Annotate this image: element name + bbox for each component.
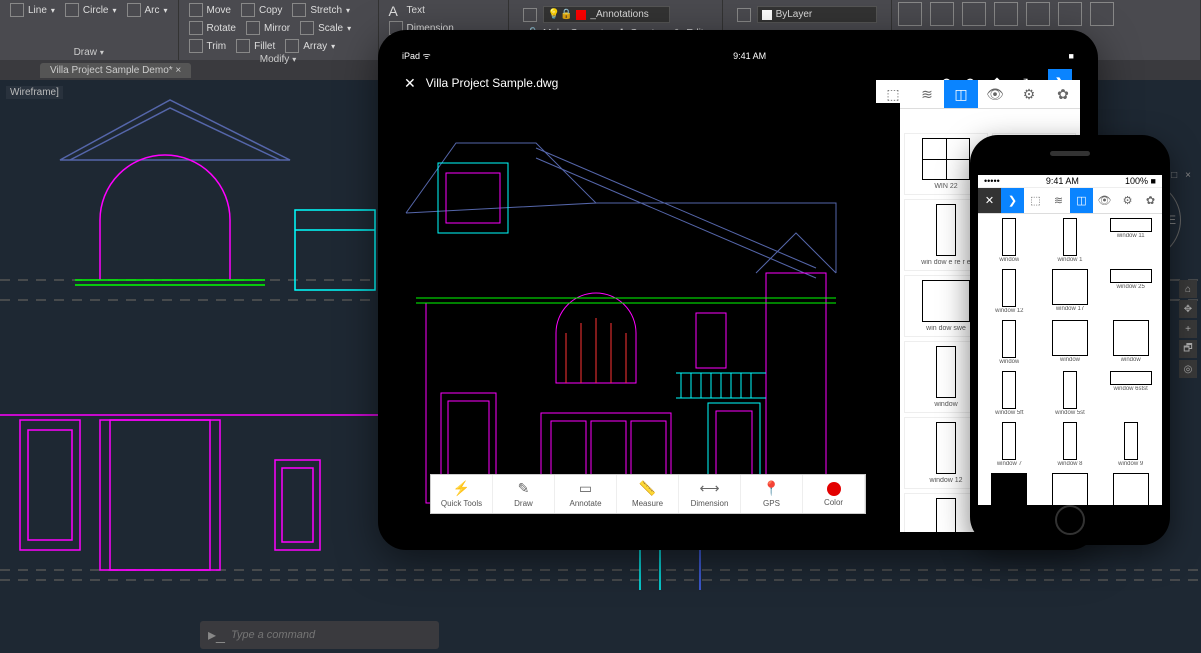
block-item[interactable]: window [1041, 318, 1100, 367]
block-item[interactable]: window [980, 216, 1039, 265]
iphone-block-grid[interactable]: windowwindow 1window 11window 12window 1… [978, 214, 1162, 505]
arc-tool[interactable]: Arc [123, 2, 172, 18]
fillet-tool[interactable]: Scale [296, 20, 355, 36]
close-file[interactable]: ✕ [404, 75, 416, 92]
move-tool[interactable]: Move [185, 2, 235, 18]
bottom-tool-draw[interactable]: ✎Draw [493, 475, 555, 513]
options-icon[interactable]: ⚙ [1116, 188, 1139, 213]
filename: Villa Project Sample.dwg [426, 76, 559, 90]
ipad-status: iPad ᯤ 9:41 AM ■ [396, 48, 1080, 63]
copy-tool[interactable]: Rotate [185, 20, 240, 36]
block-item[interactable]: window 8 [1041, 420, 1100, 469]
tool-icon[interactable] [1058, 2, 1082, 26]
ipad-canvas[interactable] [396, 103, 900, 532]
block-item[interactable]: window 5st [1041, 369, 1100, 418]
settings-icon[interactable]: ✿ [1139, 188, 1162, 213]
block-item[interactable]: window 7 [980, 420, 1039, 469]
close-button[interactable]: ✕ [978, 188, 1001, 213]
settings-icon[interactable]: ✿ [1046, 80, 1080, 108]
cmd-icon: ▸_ [208, 625, 225, 645]
nav-tool[interactable]: ◎ [1179, 360, 1197, 378]
block-item[interactable]: window rbnkb [1101, 471, 1160, 505]
bottom-tool-color[interactable]: Color [803, 475, 865, 513]
block-item[interactable]: window 6stst [1101, 369, 1160, 418]
block-item[interactable]: window 12 [980, 267, 1039, 316]
block-item[interactable]: window re e e [1041, 471, 1100, 505]
block-item[interactable]: window [980, 318, 1039, 367]
tool-icon[interactable] [962, 2, 986, 26]
visibility-icon[interactable]: 👁 [1093, 188, 1116, 213]
block-item[interactable]: window 1 [1041, 216, 1100, 265]
match-prop-icon[interactable] [737, 8, 751, 22]
scale-tool[interactable]: Fillet [232, 38, 279, 54]
tool-icon[interactable] [1026, 2, 1050, 26]
blocks-icon[interactable]: ◫ [944, 80, 978, 108]
ipad-bottom-toolbar: ⚡Quick Tools✎Draw▭Annotate📏Measure⟷Dimen… [430, 474, 866, 514]
rotate-tool[interactable]: Copy [237, 2, 286, 18]
block-item[interactable]: window [1101, 318, 1160, 367]
color-bylayer[interactable]: ByLayer [757, 6, 877, 23]
tool-icon[interactable] [1090, 2, 1114, 26]
modify-panel: Move Copy Stretch Rotate Mirror Scale Tr… [179, 0, 379, 60]
iphone-topbar: ✕ ❯ ⬚ ≋ ◫ 👁 ⚙ ✿ [978, 188, 1162, 214]
layer-icon[interactable] [523, 8, 537, 22]
layers-icon[interactable]: ≋ [1047, 188, 1070, 213]
layers-icon[interactable]: ≋ [910, 80, 944, 108]
iphone-screen: ••••• 9:41 AM 100% ■ ✕ ❯ ⬚ ≋ ◫ 👁 ⚙ ✿ win… [978, 175, 1162, 505]
nav-tool[interactable]: + [1179, 320, 1197, 338]
draw-panel: Line Circle Arc Draw [0, 0, 179, 60]
visibility-icon[interactable]: 👁 [978, 80, 1012, 108]
line-tool[interactable]: Line [6, 2, 59, 18]
options-icon[interactable]: ⚙ [1012, 80, 1046, 108]
bottom-tool-measure[interactable]: 📏Measure [617, 475, 679, 513]
text-tool[interactable]: AText [385, 2, 429, 18]
bottom-tool-dimension[interactable]: ⟷Dimension [679, 475, 741, 513]
file-tab[interactable]: Villa Project Sample Demo* × [40, 63, 191, 78]
block-item[interactable]: window 25 [1101, 267, 1160, 316]
stretch-tool[interactable]: Trim [185, 38, 231, 54]
mirror-tool[interactable]: Mirror [242, 20, 294, 36]
bottom-tool-annotate[interactable]: ▭Annotate [555, 475, 617, 513]
command-input[interactable] [231, 629, 431, 641]
tool-icon[interactable] [994, 2, 1018, 26]
iphone-status: ••••• 9:41 AM 100% ■ [978, 175, 1162, 188]
block-item[interactable]: window 11 [1101, 216, 1160, 265]
array-tool[interactable]: Array [281, 38, 339, 54]
block-item[interactable]: window black [980, 471, 1039, 505]
bottom-tool-gps[interactable]: 📍GPS [741, 475, 803, 513]
next-button[interactable]: ❯ [1001, 188, 1024, 213]
command-line: ▸_ [200, 621, 439, 649]
block-item[interactable]: window 17 [1041, 267, 1100, 316]
trim-tool[interactable]: Stretch [288, 2, 354, 18]
select-icon[interactable]: ⬚ [1024, 188, 1047, 213]
bottom-tool-quick-tools[interactable]: ⚡Quick Tools [431, 475, 493, 513]
circle-tool[interactable]: Circle [61, 2, 121, 18]
block-item[interactable]: window 9 [1101, 420, 1160, 469]
nav-tool[interactable]: ✥ [1179, 300, 1197, 318]
ipad-top-toolbar: ⬚ ≋ ◫ 👁 ⚙ ✿ [876, 80, 1080, 109]
layer-dropdown[interactable]: 💡🔒_Annotations [543, 6, 670, 23]
nav-tool[interactable]: 🗗 [1179, 340, 1197, 358]
view-tools: ⌂ ✥ + 🗗 ◎ [1179, 280, 1197, 378]
tool-icon[interactable] [898, 2, 922, 26]
blocks-icon[interactable]: ◫ [1070, 188, 1093, 213]
home-button[interactable] [1055, 505, 1085, 535]
block-item[interactable]: window 5ft [980, 369, 1039, 418]
tool-icon[interactable] [930, 2, 954, 26]
nav-tool[interactable]: ⌂ [1179, 280, 1197, 298]
iphone-device: ••••• 9:41 AM 100% ■ ✕ ❯ ⬚ ≋ ◫ 👁 ⚙ ✿ win… [970, 135, 1170, 545]
